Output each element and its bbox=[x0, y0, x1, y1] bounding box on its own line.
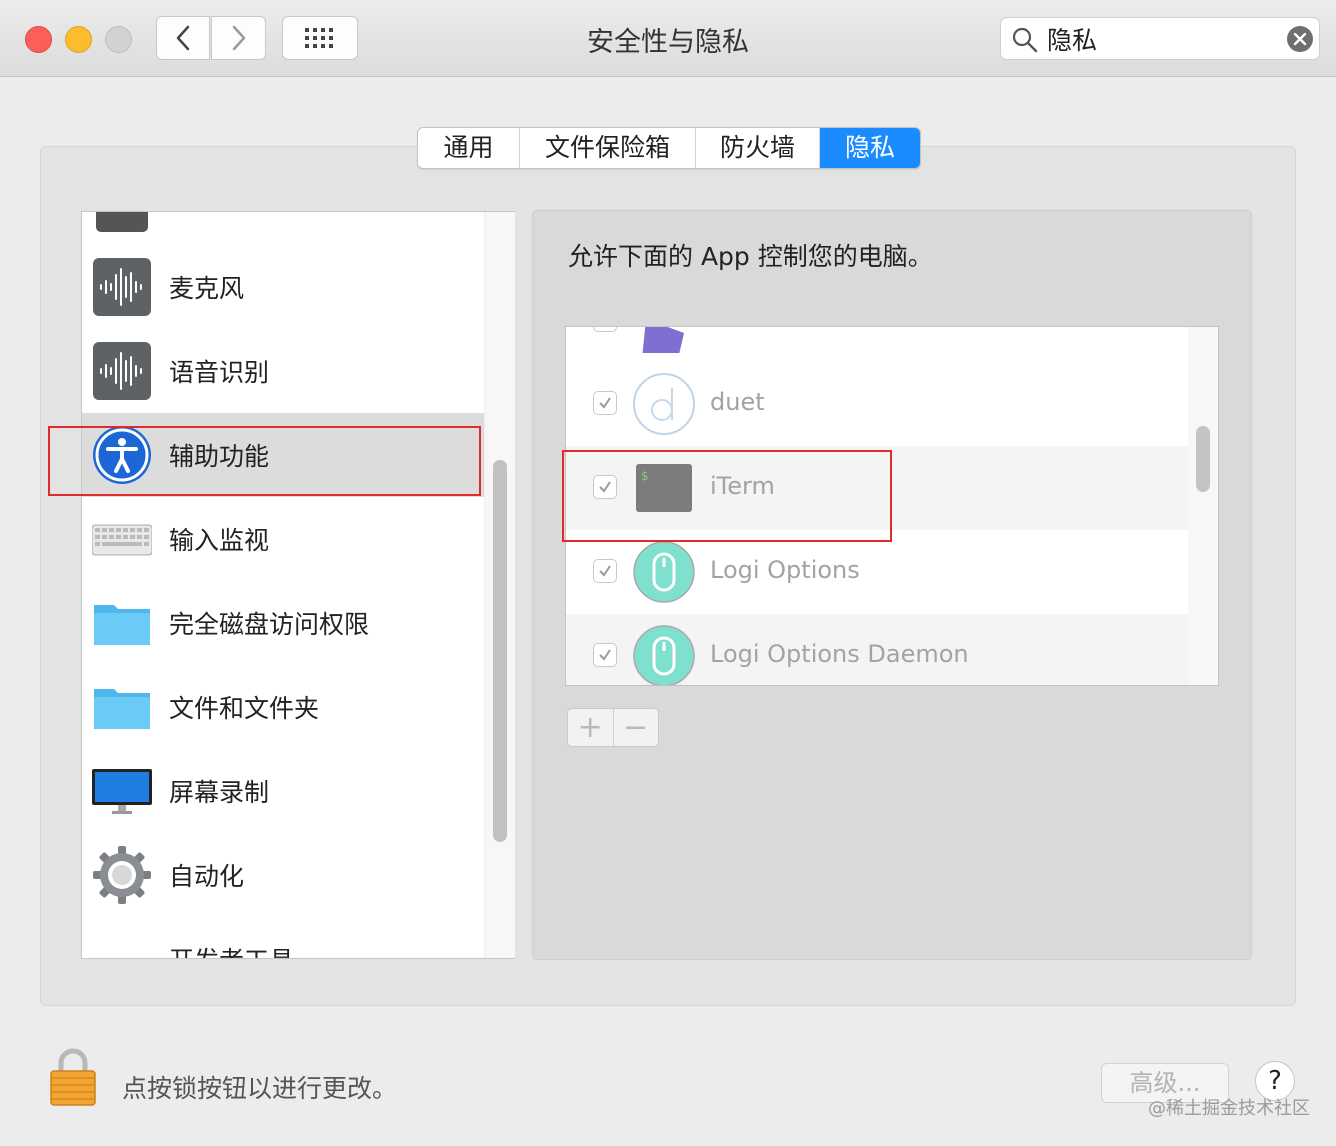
speech-waveform-icon bbox=[93, 342, 151, 400]
sidebar-item-label: 文件和文件夹 bbox=[169, 694, 320, 723]
close-window-button[interactable] bbox=[25, 26, 52, 53]
sidebar-item-files-and-folders[interactable]: 文件和文件夹 bbox=[82, 665, 484, 749]
title-bar: 安全性与隐私 bbox=[0, 0, 1336, 77]
tab-privacy[interactable]: 隐私 bbox=[820, 128, 920, 168]
app-row-logi-options[interactable]: Logi Options bbox=[566, 530, 1188, 614]
sidebar-item-label: 麦克风 bbox=[169, 274, 245, 303]
svg-text:$: $ bbox=[641, 469, 648, 483]
close-icon bbox=[1293, 32, 1307, 46]
gear-icon bbox=[93, 846, 151, 904]
search-icon bbox=[1012, 27, 1038, 53]
folder-icon bbox=[94, 689, 150, 729]
app-name: iTerm bbox=[710, 472, 775, 500]
show-all-button[interactable] bbox=[282, 16, 358, 60]
sidebar-item-developer-tools[interactable]: 开发者工具 bbox=[82, 917, 484, 958]
app-list[interactable]: duet $ iTerm Logi Options Logi Options D… bbox=[565, 326, 1219, 686]
app-checkbox[interactable] bbox=[593, 643, 617, 667]
app-name: duet bbox=[710, 388, 765, 416]
minimize-window-button[interactable] bbox=[65, 26, 92, 53]
sidebar-item-input-monitoring[interactable]: 输入监视 bbox=[82, 497, 484, 581]
remove-app-button[interactable]: − bbox=[614, 709, 659, 746]
tab-filevault[interactable]: 文件保险箱 bbox=[520, 128, 696, 168]
checkmark-icon bbox=[599, 397, 611, 409]
add-app-button[interactable]: + bbox=[568, 709, 614, 746]
sidebar-item-label: 语音识别 bbox=[169, 358, 270, 387]
chevron-right-icon bbox=[232, 25, 245, 51]
checkmark-icon bbox=[599, 481, 611, 493]
app-checkbox[interactable] bbox=[593, 559, 617, 583]
app-name: Logi Options bbox=[710, 556, 860, 584]
sidebar-item-label: 开发者工具 bbox=[169, 941, 294, 958]
grid-icon bbox=[305, 28, 333, 48]
sidebar-item-full-disk-access[interactable]: 完全磁盘访问权限 bbox=[82, 581, 484, 665]
keyboard-icon bbox=[92, 524, 152, 556]
lock-icon[interactable] bbox=[48, 1047, 98, 1107]
app-list-scrollbar-track[interactable] bbox=[1188, 327, 1218, 685]
app-row-duet[interactable]: duet bbox=[566, 362, 1188, 446]
add-remove-control: + − bbox=[567, 708, 659, 747]
tab-general[interactable]: 通用 bbox=[418, 128, 520, 168]
checkmark-icon bbox=[599, 565, 611, 577]
sidebar-item-label: 辅助功能 bbox=[169, 442, 270, 471]
terminal-icon: $ bbox=[636, 464, 692, 512]
sidebar-item-screen-recording[interactable]: 屏幕录制 bbox=[82, 749, 484, 833]
sidebar-item-speech-recognition[interactable]: 语音识别 bbox=[82, 329, 484, 413]
sidebar-item-label: 完全磁盘访问权限 bbox=[169, 610, 370, 639]
sidebar-item-label: 自动化 bbox=[169, 862, 245, 891]
folder-icon bbox=[94, 605, 150, 645]
sidebar-scrollbar-thumb[interactable] bbox=[493, 460, 507, 842]
microphone-waveform-icon bbox=[93, 258, 151, 316]
sidebar-item-accessibility[interactable]: 辅助功能 bbox=[82, 413, 484, 497]
zoom-window-button[interactable] bbox=[105, 26, 132, 53]
display-icon bbox=[92, 769, 152, 814]
app-checkbox[interactable] bbox=[593, 327, 617, 332]
checkmark-icon bbox=[599, 649, 611, 661]
back-button[interactable] bbox=[156, 16, 210, 60]
lock-hint-text: 点按锁按钮以进行更改。 bbox=[122, 1074, 398, 1103]
clear-search-button[interactable] bbox=[1287, 26, 1313, 52]
accessibility-icon bbox=[93, 426, 151, 484]
tab-bar: 通用 文件保险箱 防火墙 隐私 bbox=[417, 127, 921, 169]
app-name: Logi Options Daemon bbox=[710, 640, 969, 668]
mouse-icon bbox=[633, 625, 695, 685]
search-field[interactable] bbox=[1000, 17, 1320, 60]
watermark: @稀土掘金技术社区 bbox=[1148, 1098, 1310, 1119]
forward-button[interactable] bbox=[211, 16, 266, 60]
mouse-icon bbox=[633, 541, 695, 603]
duet-icon bbox=[633, 373, 695, 435]
app-row-iterm[interactable]: $ iTerm bbox=[566, 446, 1188, 530]
sidebar-item-microphone[interactable]: 麦克风 bbox=[82, 245, 484, 329]
sidebar-item-label: 输入监视 bbox=[169, 526, 270, 555]
app-icon bbox=[642, 327, 684, 353]
tab-firewall[interactable]: 防火墙 bbox=[696, 128, 820, 168]
sidebar-item-label: 屏幕录制 bbox=[169, 778, 270, 807]
app-row-partial bbox=[566, 327, 1188, 363]
app-checkbox[interactable] bbox=[593, 391, 617, 415]
camera-icon bbox=[96, 212, 148, 232]
search-input[interactable] bbox=[1045, 22, 1279, 56]
app-row-logi-options-daemon[interactable]: Logi Options Daemon bbox=[566, 614, 1188, 685]
app-checkbox[interactable] bbox=[593, 475, 617, 499]
sidebar-item-automation[interactable]: 自动化 bbox=[82, 833, 484, 917]
chevron-left-icon bbox=[176, 25, 190, 51]
panel-description: 允许下面的 App 控制您的电脑。 bbox=[568, 242, 933, 271]
privacy-category-list[interactable]: 麦克风 语音识别 辅助功能 输入监视 完全磁盘访问权限 文件和文件夹 屏幕录制 … bbox=[81, 211, 515, 959]
app-list-scrollbar-thumb[interactable] bbox=[1196, 426, 1210, 492]
